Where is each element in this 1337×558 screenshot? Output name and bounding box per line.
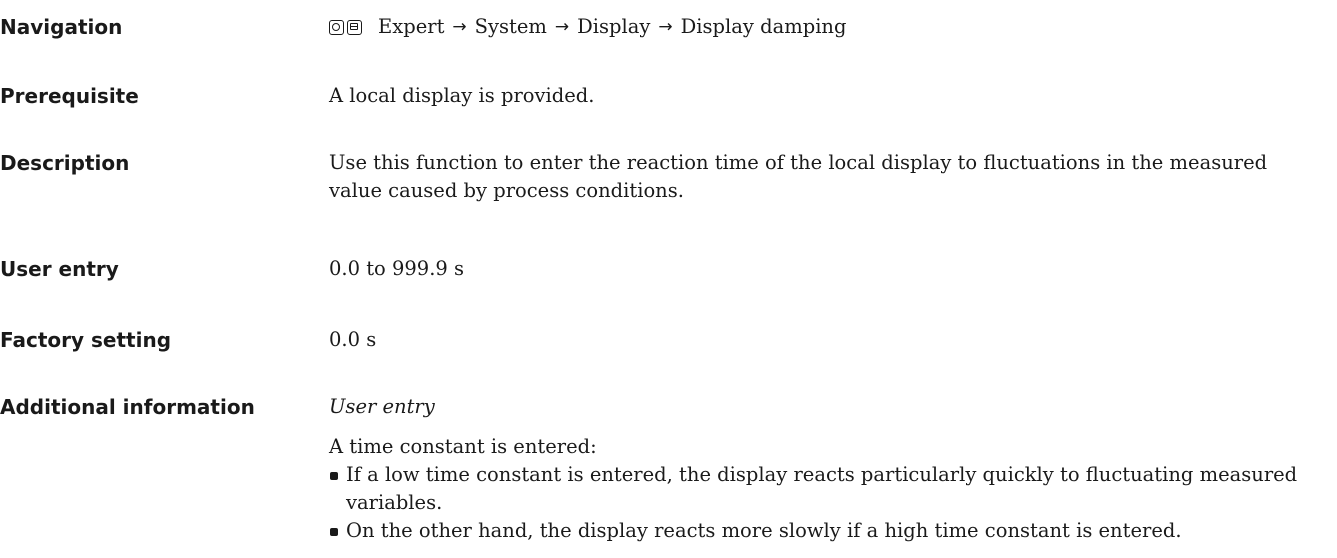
additional-information-subheading: User entry [329,395,435,418]
additional-information-content: User entry A time constant is entered: I… [329,393,1334,545]
path-step-display: Display [577,15,651,38]
additional-information-label: Additional information [0,395,255,419]
navigation-label: Navigation [0,15,123,39]
path-step-expert: Expert [378,15,445,38]
arrow-right-icon: → [452,17,467,37]
path-step-display-damping: Display damping [680,15,847,38]
navigation-path: Expert → System → Display → Display damp… [329,13,1334,41]
operating-keys-icon [329,19,344,35]
factory-setting-label: Factory setting [0,328,172,352]
navigation-icons [329,19,362,35]
prerequisite-label: Prerequisite [0,84,139,108]
list-item: If a low time constant is entered, the d… [329,461,1334,517]
arrow-right-icon: → [554,17,570,37]
path-step-system: System [474,15,547,38]
display-module-icon [347,19,362,35]
user-entry-label: User entry [0,257,119,281]
additional-information-list: If a low time constant is entered, the d… [329,461,1334,545]
description-label: Description [0,151,130,175]
prerequisite-text: A local display is provided. [329,84,595,107]
arrow-right-icon: → [658,17,673,37]
user-entry-text: 0.0 to 999.9 s [329,257,465,280]
factory-setting-text: 0.0 s [329,328,377,351]
additional-information-intro: A time constant is entered: [329,435,597,458]
list-item: On the other hand, the display reacts mo… [329,517,1334,545]
description-text: Use this function to enter the reaction … [329,151,1268,202]
